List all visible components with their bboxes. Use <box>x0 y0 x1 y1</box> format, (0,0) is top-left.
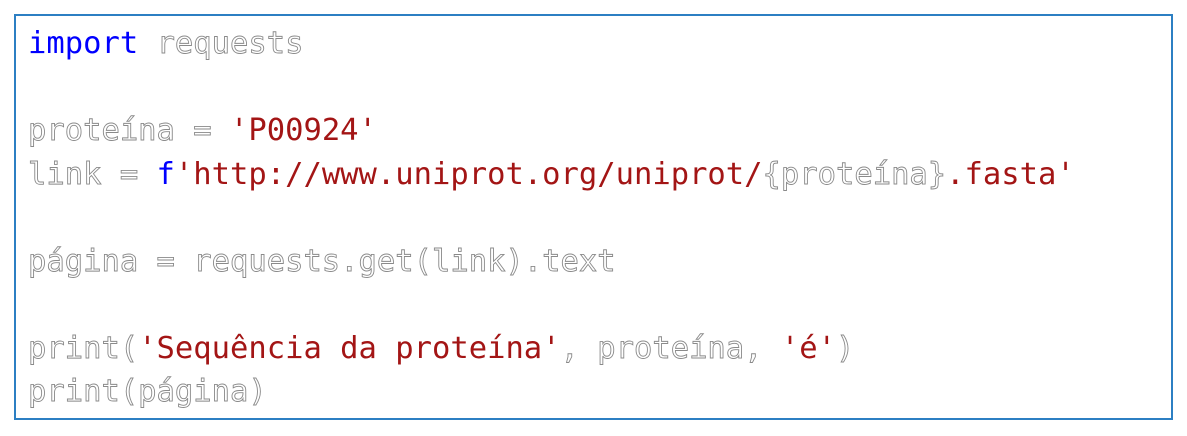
code-content: import requests proteína = 'P00924' link … <box>28 22 1075 414</box>
code-text: link = <box>28 156 157 192</box>
code-line: print(página) <box>28 370 1075 414</box>
code-line: proteína = 'P00924' <box>28 109 1075 153</box>
string-literal: 'é' <box>780 330 836 366</box>
code-line: página = requests.get(link).text <box>28 240 1075 284</box>
code-text: requests <box>156 26 304 62</box>
code-text: print( <box>28 330 139 366</box>
keyword: f <box>156 156 175 192</box>
string-literal: 'http://www.uniprot.org/uniprot/ <box>174 156 763 192</box>
code-text: ) <box>835 330 855 366</box>
code-text: print(página) <box>28 374 268 410</box>
code-block: import requests proteína = 'P00924' link … <box>14 14 1173 420</box>
code-line: link = f'http://www.uniprot.org/uniprot/… <box>28 153 1075 197</box>
string-literal: .fasta' <box>946 156 1075 192</box>
code-text: , proteína, <box>560 330 781 366</box>
code-text: página = requests.get(link).text <box>28 243 617 279</box>
code-text: {proteína} <box>762 156 947 192</box>
code-text: proteína = <box>28 113 230 149</box>
code-line: import requests <box>28 22 1075 66</box>
code-line: print('Sequência da proteína', proteína,… <box>28 327 1075 371</box>
string-literal: 'P00924' <box>230 113 377 148</box>
string-literal: 'Sequência da proteína' <box>138 330 561 366</box>
keyword: import <box>28 26 139 61</box>
